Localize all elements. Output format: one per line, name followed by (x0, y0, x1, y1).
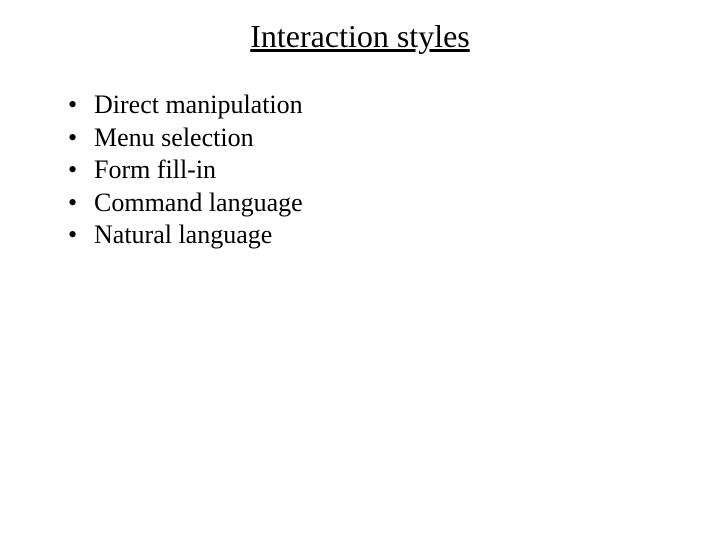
bullet-icon: • (68, 187, 94, 220)
slide-title: Interaction styles (40, 18, 680, 55)
bullet-icon: • (68, 89, 94, 122)
bullet-icon: • (68, 219, 94, 252)
bullet-icon: • (68, 154, 94, 187)
list-item: • Natural language (68, 219, 680, 252)
bullet-text: Menu selection (94, 122, 254, 155)
list-item: • Command language (68, 187, 680, 220)
bullet-text: Natural language (94, 219, 272, 252)
bullet-list: • Direct manipulation • Menu selection •… (40, 89, 680, 252)
list-item: • Form fill-in (68, 154, 680, 187)
bullet-text: Command language (94, 187, 303, 220)
bullet-text: Form fill-in (94, 154, 216, 187)
list-item: • Direct manipulation (68, 89, 680, 122)
bullet-text: Direct manipulation (94, 89, 303, 122)
bullet-icon: • (68, 122, 94, 155)
list-item: • Menu selection (68, 122, 680, 155)
